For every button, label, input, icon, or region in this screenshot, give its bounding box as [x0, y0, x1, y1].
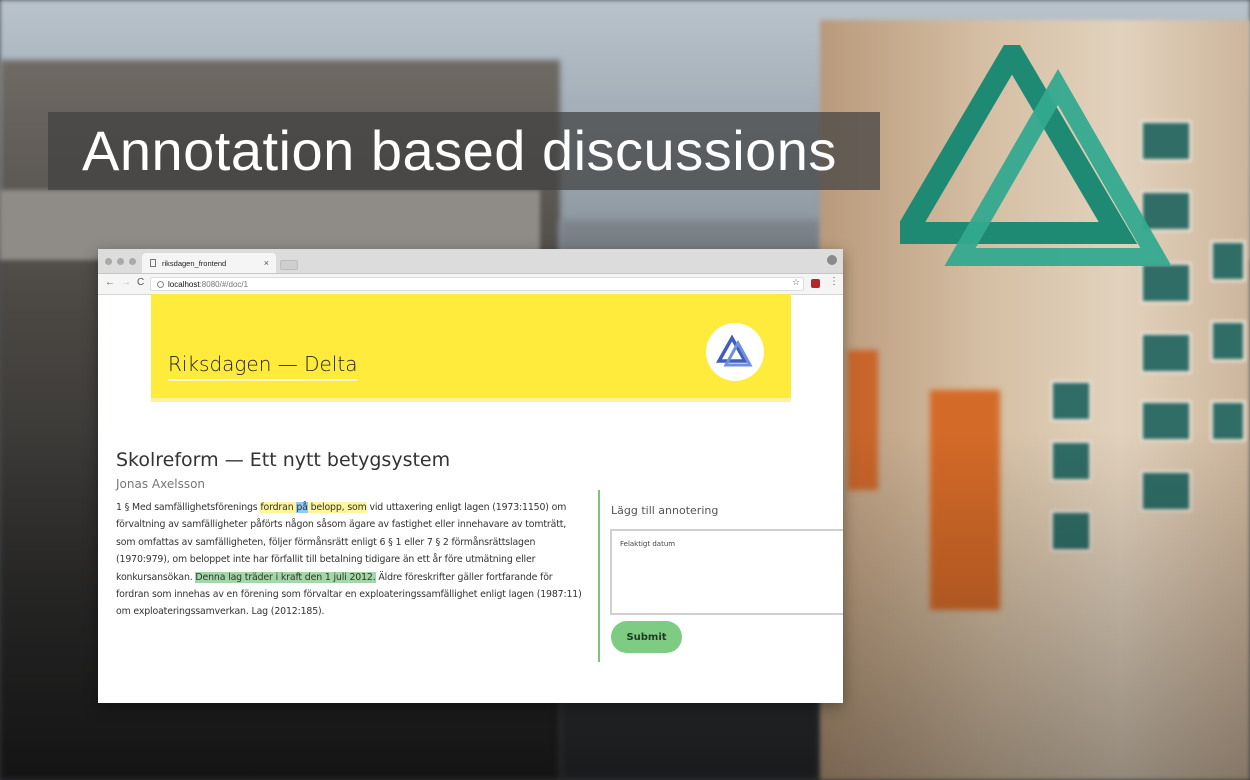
bookmark-star-icon[interactable]: ☆ [792, 277, 800, 288]
page-content: Riksdagen — Delta Skolreform — Ett nytt … [98, 294, 843, 703]
browser-toolbar: ← → C localhost:8080/#/doc/1 ☆ ⋮ [98, 274, 843, 295]
profile-icon[interactable] [827, 255, 837, 265]
url-path: :8080/#/doc/1 [199, 280, 249, 289]
back-icon[interactable]: ← [105, 277, 115, 288]
page-icon [150, 259, 156, 267]
tab-title: riksdagen_frontend [162, 258, 227, 268]
submit-button[interactable]: Submit [611, 621, 682, 653]
url-host: localhost [168, 280, 200, 289]
slide-title: Annotation based discussions [82, 119, 837, 182]
annotation-heading: Lägg till annotering [611, 504, 719, 517]
window-close-dot[interactable] [105, 258, 112, 265]
browser-window: riksdagen_frontend × ← → C localhost:808… [98, 249, 843, 703]
document-author: Jonas Axelsson [116, 477, 206, 491]
annotation-input[interactable]: Felaktigt datum [610, 529, 843, 615]
delta-logo-icon [716, 334, 753, 367]
delta-logo-large [900, 45, 1170, 266]
document-title: Skolreform — Ett nytt betygsystem [116, 449, 451, 471]
browser-menu-icon[interactable]: ⋮ [829, 276, 839, 287]
forward-icon[interactable]: → [121, 277, 131, 288]
site-logo[interactable] [706, 323, 764, 381]
body-text: 1 § Med samfällighetsförenings [116, 502, 261, 513]
annotation-highlight[interactable]: fordran [260, 502, 297, 513]
site-title[interactable]: Riksdagen — Delta [168, 352, 358, 381]
document-body[interactable]: 1 § Med samfällighetsförenings fordran p… [116, 499, 586, 621]
new-tab-button[interactable] [280, 260, 298, 270]
body-text: vid uttaxering enligt lagen (1973:1150) … [116, 502, 567, 583]
annotation-divider [598, 490, 600, 662]
tab-bar: riksdagen_frontend × [98, 249, 843, 274]
info-icon[interactable] [157, 281, 164, 288]
extension-icon[interactable] [811, 279, 820, 288]
reload-icon[interactable]: C [137, 277, 144, 288]
window-minimize-dot[interactable] [117, 258, 124, 265]
address-bar[interactable]: localhost:8080/#/doc/1 [150, 277, 804, 291]
annotation-highlight-selected[interactable]: på [296, 502, 308, 513]
annotation-highlight[interactable]: belopp, som [307, 502, 367, 513]
tab-riksdagen-frontend[interactable]: riksdagen_frontend × [142, 253, 276, 273]
window-maximize-dot[interactable] [129, 258, 136, 265]
hero-banner: Riksdagen — Delta [151, 294, 791, 402]
tab-close-icon[interactable]: × [264, 258, 269, 268]
annotation-highlight-green[interactable]: Denna lag träder i kraft den 1 juli 2012… [195, 571, 376, 583]
